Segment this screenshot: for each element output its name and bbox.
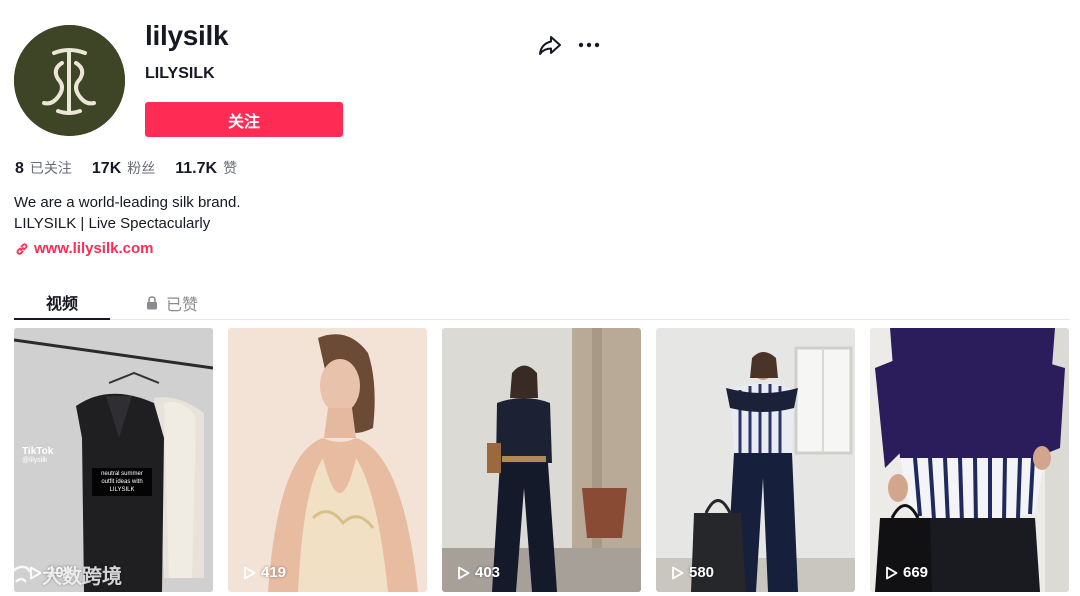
tab-liked[interactable]: 已赞 xyxy=(140,286,204,320)
tab-videos[interactable]: 视频 xyxy=(14,286,110,320)
video-cover-image xyxy=(870,328,1069,592)
video-cover-image xyxy=(442,328,641,592)
profile-link[interactable]: www.lilysilk.com xyxy=(15,240,154,257)
avatar[interactable] xyxy=(14,25,125,136)
followers-count: 17K xyxy=(91,160,122,177)
video-thumbnail[interactable]: 419 xyxy=(228,328,427,592)
username: lilysilk xyxy=(145,20,229,51)
play-icon xyxy=(458,566,470,579)
likes-label: 赞 xyxy=(223,161,238,177)
follow-button[interactable]: 关注 xyxy=(145,102,343,137)
watermark-text: 大数跨境 xyxy=(42,564,122,588)
view-count: 669 xyxy=(885,564,928,581)
tab-liked-label: 已赞 xyxy=(165,295,198,314)
video-thumbnail[interactable]: 669 xyxy=(870,328,1069,592)
tiktok-watermark-handle: @lilysilk xyxy=(22,457,48,464)
lock-icon xyxy=(146,296,157,310)
tiktok-watermark-text: TikTok xyxy=(22,446,54,457)
watermark-logo-icon xyxy=(10,565,32,583)
nickname: LILYSILK xyxy=(145,65,215,82)
bio-line: We are a world-leading silk brand. xyxy=(14,194,241,211)
view-count: 419 xyxy=(243,564,286,581)
stat-followers[interactable]: 17K 粉丝 xyxy=(92,158,155,178)
stat-following[interactable]: 8 已关注 xyxy=(15,158,72,178)
profile-tabs: 视频 已赞 xyxy=(14,286,1070,320)
view-count: 403 xyxy=(457,564,500,581)
view-count-text: 580 xyxy=(689,564,715,581)
source-watermark: 大数跨境 xyxy=(8,560,122,589)
bio-line: LILYSILK | Live Spectacularly xyxy=(14,215,211,232)
view-count-text: 669 xyxy=(903,564,929,581)
video-thumbnail[interactable]: 403 xyxy=(442,328,641,592)
video-thumbnail[interactable]: 580 xyxy=(656,328,855,592)
play-icon xyxy=(886,566,898,579)
view-count-text: 403 xyxy=(475,564,501,581)
likes-count: 11.7K xyxy=(175,160,218,177)
more-icon[interactable] xyxy=(576,33,602,57)
view-count-text: 419 xyxy=(261,564,287,581)
video-grid: TikTok @lilysilk neutral summer outfit i… xyxy=(14,328,1069,592)
play-icon xyxy=(244,566,256,579)
video-cover-image xyxy=(656,328,855,592)
play-icon xyxy=(672,566,684,579)
tab-videos-label: 视频 xyxy=(45,294,78,313)
share-icon[interactable] xyxy=(537,33,563,57)
following-label: 已关注 xyxy=(29,161,72,177)
followers-label: 粉丝 xyxy=(127,161,156,177)
video-cover-image xyxy=(228,328,427,592)
profile-stats: 8 已关注 17K 粉丝 11.7K 赞 xyxy=(15,158,257,178)
video-thumbnail[interactable]: TikTok @lilysilk neutral summer outfit i… xyxy=(14,328,213,592)
lilysilk-logo xyxy=(14,25,125,136)
link-icon xyxy=(16,242,28,255)
tiktok-watermark: TikTok @lilysilk xyxy=(22,446,53,464)
bio: We are a world-leading silk brand. LILYS… xyxy=(14,192,241,234)
view-count: 580 xyxy=(671,564,714,581)
following-count: 8 xyxy=(15,160,24,177)
stat-likes: 11.7K 赞 xyxy=(175,158,237,178)
video-caption: neutral summer outfit ideas with LILYSIL… xyxy=(92,468,152,496)
profile-link-text: www.lilysilk.com xyxy=(34,240,154,257)
